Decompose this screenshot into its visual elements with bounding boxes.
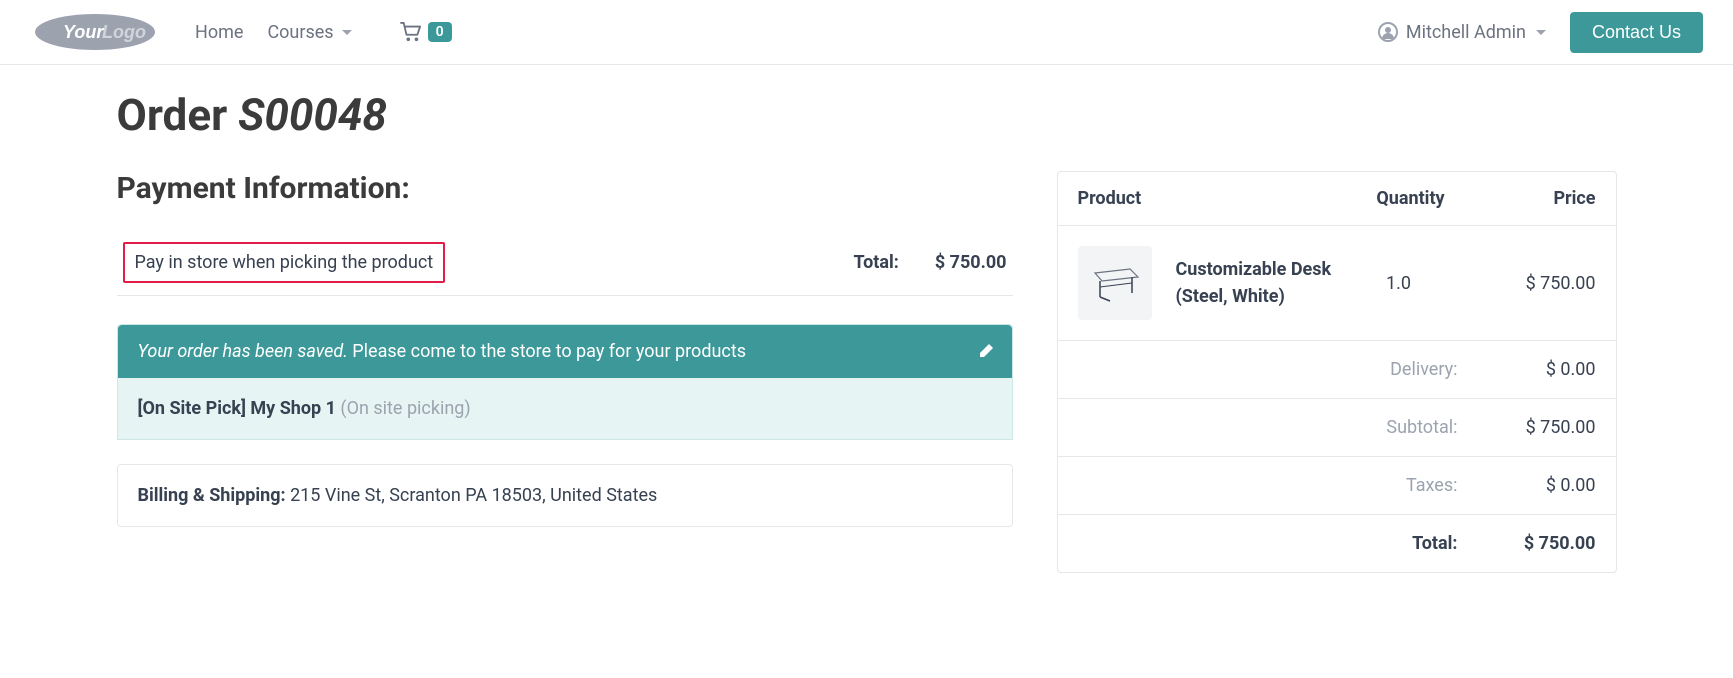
notice-body: [On Site Pick] My Shop 1 (On site pickin…: [118, 378, 1012, 439]
payment-row: Pay in store when picking the product To…: [117, 230, 1013, 296]
user-icon: [1378, 22, 1398, 42]
delivery-label: Delivery:: [1078, 359, 1466, 380]
payment-total-label: Total:: [853, 252, 898, 273]
subtotal-value: $ 750.00: [1466, 417, 1596, 438]
product-qty: 1.0: [1344, 273, 1454, 294]
billing-address: 215 Vine St, Scranton PA 18503, United S…: [290, 485, 657, 506]
product-price: $ 750.00: [1466, 273, 1596, 294]
user-name-label: Mitchell Admin: [1406, 22, 1526, 43]
page-title: Order S00048: [117, 89, 1617, 141]
payment-total-value: $ 750.00: [935, 252, 1007, 273]
total-value: $ 750.00: [1466, 533, 1596, 554]
summary-taxes-row: Taxes: $ 0.00: [1058, 457, 1616, 515]
nav-courses-label: Courses: [267, 22, 333, 43]
notice-saved-em: Your order has been saved.: [138, 341, 348, 362]
page-title-order-number: S00048: [238, 89, 387, 141]
order-summary: Product Quantity Price Customizable Desk…: [1057, 171, 1617, 573]
taxes-label: Taxes:: [1078, 475, 1466, 496]
total-label: Total:: [1078, 533, 1466, 554]
svg-text:Your: Your: [63, 22, 104, 42]
payment-section-title: Payment Information:: [117, 171, 1013, 206]
pickup-method-label: (On site picking): [340, 398, 470, 419]
main-content: Order S00048 Payment Information: Pay in…: [87, 65, 1647, 603]
col-product: Product: [1078, 188, 1356, 209]
product-thumbnail: [1078, 246, 1152, 320]
summary-line-item: Customizable Desk (Steel, White) 1.0 $ 7…: [1058, 226, 1616, 341]
col-price: Price: [1466, 188, 1596, 209]
user-menu[interactable]: Mitchell Admin: [1378, 22, 1546, 43]
cart-icon: [400, 22, 422, 42]
page-title-prefix: Order: [117, 89, 239, 141]
taxes-value: $ 0.00: [1466, 475, 1596, 496]
summary-total-row: Total: $ 750.00: [1058, 515, 1616, 572]
nav-courses[interactable]: Courses: [267, 22, 351, 43]
desk-icon: [1090, 263, 1140, 303]
summary-delivery-row: Delivery: $ 0.00: [1058, 341, 1616, 399]
notice-header: Your order has been saved. Please come t…: [118, 325, 1012, 378]
nav: Home Courses 0: [195, 22, 452, 43]
notice-saved-rest: Please come to the store to pay for your…: [348, 341, 746, 362]
cart-button[interactable]: 0: [400, 22, 452, 42]
pickup-shop-label: [On Site Pick] My Shop 1: [138, 398, 341, 419]
summary-subtotal-row: Subtotal: $ 750.00: [1058, 399, 1616, 457]
logo[interactable]: Your Logo: [30, 10, 160, 54]
edit-icon[interactable]: [978, 343, 994, 364]
col-quantity: Quantity: [1356, 188, 1466, 209]
svg-text:Logo: Logo: [102, 22, 146, 42]
billing-shipping-box: Billing & Shipping: 215 Vine St, Scranto…: [117, 464, 1013, 527]
chevron-down-icon: [1536, 30, 1546, 35]
left-col: Payment Information: Pay in store when p…: [117, 171, 1013, 527]
payment-method-highlight: Pay in store when picking the product: [123, 242, 446, 283]
nav-home[interactable]: Home: [195, 22, 243, 43]
summary-header: Product Quantity Price: [1058, 172, 1616, 226]
cart-count-badge: 0: [428, 22, 452, 42]
chevron-down-icon: [342, 30, 352, 35]
order-saved-notice: Your order has been saved. Please come t…: [117, 324, 1013, 440]
billing-label: Billing & Shipping:: [138, 485, 291, 506]
delivery-value: $ 0.00: [1466, 359, 1596, 380]
subtotal-label: Subtotal:: [1078, 417, 1466, 438]
contact-us-button[interactable]: Contact Us: [1570, 12, 1703, 53]
header: Your Logo Home Courses 0 Mitchell Admin …: [0, 0, 1733, 65]
product-name: Customizable Desk (Steel, White): [1176, 256, 1332, 310]
